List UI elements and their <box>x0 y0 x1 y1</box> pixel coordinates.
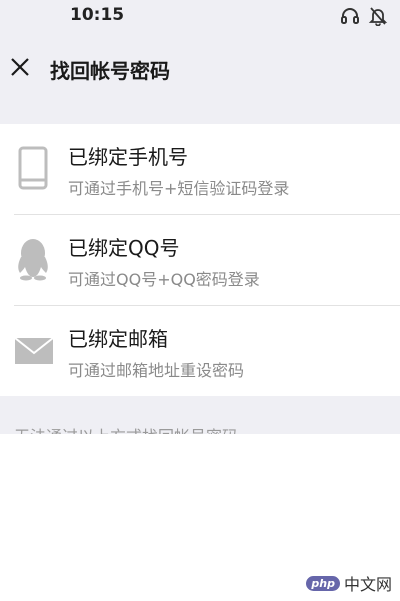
option-phone-label: 已绑定手机号 <box>68 145 188 169</box>
recovery-options-list: 已绑定手机号 可通过手机号+短信验证码登录 已绑定QQ号 可通过QQ号+QQ密码… <box>0 124 400 396</box>
blank-area: php 中文网 <box>0 434 400 601</box>
other-recovery-link[interactable]: 无法通过以上方式找回帐号密码 <box>14 423 238 434</box>
mail-icon <box>14 337 54 364</box>
status-bar: 10:15 <box>0 0 400 32</box>
option-email-label: 已绑定邮箱 <box>68 327 168 351</box>
phone-icon <box>18 146 48 190</box>
status-time: 10:15 <box>70 5 125 25</box>
footer-area: 无法通过以上方式找回帐号密码 <box>0 396 400 434</box>
qq-penguin-icon <box>18 239 48 281</box>
page-title: 找回帐号密码 <box>50 59 170 83</box>
option-phone-desc: 可通过手机号+短信验证码登录 <box>68 179 290 198</box>
option-qq-label: 已绑定QQ号 <box>68 236 180 260</box>
headset-icon <box>341 8 359 24</box>
option-email-desc: 可通过邮箱地址重设密码 <box>68 361 245 380</box>
option-qq[interactable]: 已绑定QQ号 可通过QQ号+QQ密码登录 <box>0 215 400 305</box>
notifications-off-icon <box>368 7 388 26</box>
option-qq-desc: 可通过QQ号+QQ密码登录 <box>68 270 260 289</box>
status-icons <box>340 6 388 26</box>
watermark: php 中文网 <box>306 571 392 595</box>
watermark-badge: php <box>306 575 340 591</box>
option-phone[interactable]: 已绑定手机号 可通过手机号+短信验证码登录 <box>0 124 400 214</box>
close-icon[interactable] <box>8 55 32 79</box>
option-email[interactable]: 已绑定邮箱 可通过邮箱地址重设密码 <box>0 306 400 396</box>
watermark-text: 中文网 <box>343 575 392 594</box>
section-spacer <box>0 102 400 124</box>
app-bar: 找回帐号密码 <box>0 32 400 102</box>
